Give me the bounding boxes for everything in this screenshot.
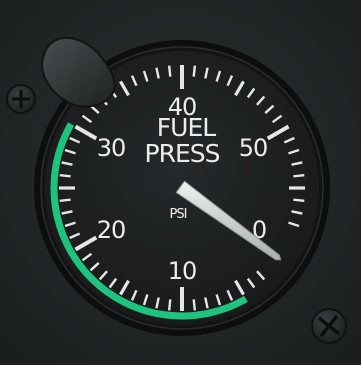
minor-tick <box>192 299 197 311</box>
fuel-pressure-instrument: 10203040500 FUEL PRESS PSI <box>0 0 361 365</box>
minor-tick <box>293 198 305 203</box>
dial-numeral-50: 50 <box>239 134 268 162</box>
gauge-title-line1: FUEL <box>157 113 216 142</box>
gauge-title-line2: PRESS <box>145 139 220 168</box>
minor-tick <box>59 173 71 178</box>
minor-tick <box>293 173 305 178</box>
gauge-unit-label: PSI <box>170 207 187 222</box>
minor-tick <box>167 299 172 311</box>
minor-tick <box>192 65 197 77</box>
left-screw-icon <box>6 84 36 114</box>
minor-tick <box>59 198 71 203</box>
dial-numeral-10: 10 <box>168 257 197 285</box>
right-screw-icon <box>311 308 347 344</box>
dial-numeral-20: 20 <box>97 216 126 244</box>
dial-numeral-30: 30 <box>97 134 126 162</box>
minor-tick <box>167 65 172 77</box>
